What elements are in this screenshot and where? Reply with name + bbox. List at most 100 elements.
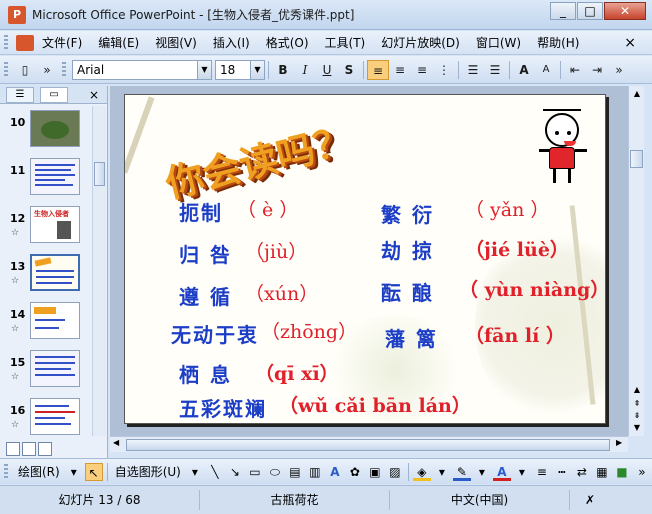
slide-horizontal-scrollbar[interactable]: ◀ ▶ <box>110 436 628 452</box>
vocab-word[interactable]: 扼制 <box>179 197 223 226</box>
vocab-word[interactable]: 繁 衍 <box>381 199 434 228</box>
menu-edit[interactable]: 编辑(E) <box>90 34 147 51</box>
vocab-pinyin[interactable]: （qī xī） <box>255 359 339 386</box>
picture-icon[interactable]: ▨ <box>386 463 404 481</box>
previous-slide-icon[interactable]: ⇞ <box>631 398 643 410</box>
slide-thumbnail[interactable]: 11 <box>0 156 92 204</box>
increase-font-size-button[interactable]: A <box>513 60 535 80</box>
scroll-up-icon[interactable]: ▲ <box>631 88 643 100</box>
vocab-pinyin[interactable]: （wǔ cǎi bān lán） <box>279 391 471 418</box>
chevron-down-icon[interactable]: ▼ <box>250 60 264 79</box>
tab-slides[interactable]: ▭ <box>40 86 68 103</box>
clipart-icon[interactable]: ▣ <box>366 463 384 481</box>
scroll-down-icon[interactable]: ▼ <box>631 422 643 434</box>
slide-thumbnail-selected[interactable]: 13 ☆ <box>0 252 92 300</box>
slide-sorter-view-icon[interactable] <box>22 442 36 456</box>
toolbar-options-icon[interactable]: » <box>608 60 630 80</box>
bold-button[interactable]: B <box>272 60 294 80</box>
font-size-select[interactable]: 18 ▼ <box>215 59 265 80</box>
menu-insert[interactable]: 插入(I) <box>205 34 258 51</box>
menu-tools[interactable]: 工具(T) <box>317 34 374 51</box>
vocab-word[interactable]: 劫 掠 <box>381 235 434 264</box>
shadow-button[interactable]: S <box>338 60 360 80</box>
vocab-pinyin[interactable]: （fān lí ） <box>465 321 565 348</box>
restore-button[interactable]: □ <box>577 2 603 20</box>
arrow-icon[interactable]: ↘ <box>226 463 244 481</box>
vocab-pinyin[interactable]: （ è ） <box>237 195 298 222</box>
bullets-icon[interactable]: ☰ <box>484 60 506 80</box>
grip-handle[interactable] <box>62 61 66 78</box>
menu-format[interactable]: 格式(O) <box>258 34 317 51</box>
decrease-indent-icon[interactable]: ⇤ <box>564 60 586 80</box>
fill-color-icon[interactable]: ◈ <box>412 463 431 481</box>
increase-indent-icon[interactable]: ⇥ <box>586 60 608 80</box>
chevron-down-icon[interactable]: ▾ <box>473 463 491 481</box>
vertical-textbox-icon[interactable]: ▥ <box>306 463 324 481</box>
tab-outline[interactable]: ☰ <box>6 86 34 103</box>
new-document-icon[interactable]: ▯ <box>14 60 36 80</box>
vocab-word[interactable]: 藩 篱 <box>385 323 438 352</box>
diagram-icon[interactable]: ✿ <box>346 463 364 481</box>
scroll-right-icon[interactable]: ▶ <box>616 438 622 447</box>
grip-handle[interactable] <box>4 34 8 51</box>
vocab-pinyin[interactable]: （ yùn niàng） <box>459 275 605 302</box>
close-document-button[interactable]: × <box>616 35 644 51</box>
chevron-down-icon[interactable]: ▾ <box>513 463 531 481</box>
align-right-icon[interactable]: ≡ <box>411 60 433 80</box>
spelling-check-icon[interactable]: ✗ <box>570 490 610 510</box>
line-style-icon[interactable]: ≡ <box>533 463 551 481</box>
next-slide-icon[interactable]: ⇟ <box>631 410 643 422</box>
oval-icon[interactable]: ⬭ <box>266 463 284 481</box>
slide-thumbnail[interactable]: 15 ☆ <box>0 348 92 396</box>
chevron-down-icon[interactable]: ▾ <box>65 463 83 481</box>
vocab-pinyin[interactable]: （ yǎn ） <box>465 195 549 222</box>
powerpoint-app-icon[interactable]: P <box>8 5 26 24</box>
menu-view[interactable]: 视图(V) <box>147 34 205 51</box>
shadow-style-icon[interactable]: ▦ <box>593 463 611 481</box>
toolbar-options-icon[interactable]: » <box>633 463 651 481</box>
vocab-word[interactable]: 无动于衷 <box>171 319 259 348</box>
scroll-up-icon[interactable]: ▲ <box>631 384 643 396</box>
vocab-word[interactable]: 酝 酿 <box>381 277 434 306</box>
chevron-down-icon[interactable]: ▾ <box>433 463 451 481</box>
menu-file[interactable]: 文件(F) <box>34 34 90 51</box>
vocab-word[interactable]: 归 咎 <box>179 239 232 268</box>
chevron-down-icon[interactable]: ▾ <box>186 463 204 481</box>
vertical-align-icon[interactable]: ⋮ <box>433 60 455 80</box>
rectangle-icon[interactable]: ▭ <box>246 463 264 481</box>
scrollbar-thumb[interactable] <box>94 162 105 186</box>
minimize-button[interactable]: _ <box>550 2 576 20</box>
dash-style-icon[interactable]: ┅ <box>553 463 571 481</box>
toolbar-options-icon[interactable]: » <box>36 60 58 80</box>
align-center-icon[interactable]: ≡ <box>389 60 411 80</box>
font-name-select[interactable]: Arial ▼ <box>72 59 212 80</box>
line-icon[interactable]: ╲ <box>206 463 224 481</box>
scrollbar-thumb[interactable] <box>126 439 610 451</box>
design-template[interactable]: 古瓶荷花 <box>200 490 390 510</box>
vocab-word[interactable]: 五彩斑斓 <box>179 393 267 422</box>
grip-handle[interactable] <box>4 61 8 78</box>
align-left-icon[interactable]: ≡ <box>367 59 389 80</box>
textbox-icon[interactable]: ▤ <box>286 463 304 481</box>
cartoon-child-image[interactable] <box>539 109 589 189</box>
line-color-icon[interactable]: ✎ <box>452 463 471 481</box>
menu-window[interactable]: 窗口(W) <box>468 34 529 51</box>
current-slide[interactable]: 你会读吗？ 扼制 （ è ） 繁 衍 （ yǎn ） 归 咎 （jiù） 劫 掠… <box>124 94 606 424</box>
close-button[interactable]: ✕ <box>604 2 646 20</box>
underline-button[interactable]: U <box>316 60 338 80</box>
vocab-pinyin[interactable]: （xún） <box>245 279 318 306</box>
autoshapes-button[interactable]: 自选图形(U) <box>111 463 185 480</box>
scroll-left-icon[interactable]: ◀ <box>113 438 119 447</box>
slideshow-view-icon[interactable] <box>38 442 52 456</box>
slide-thumbnail[interactable]: 14 ☆ <box>0 300 92 348</box>
vocab-pinyin[interactable]: （jiù） <box>245 237 307 264</box>
document-icon[interactable] <box>16 34 34 51</box>
arrow-style-icon[interactable]: ⇄ <box>573 463 591 481</box>
normal-view-icon[interactable] <box>6 442 20 456</box>
slide-thumbnail[interactable]: 10 <box>0 108 92 156</box>
slide-vertical-scrollbar[interactable]: ▲ ▲ ⇞ ⇟ ▼ <box>628 86 644 436</box>
close-pane-button[interactable]: × <box>89 88 99 102</box>
italic-button[interactable]: I <box>294 60 316 80</box>
slide-title[interactable]: 你会读吗？ <box>159 109 357 208</box>
3d-style-icon[interactable]: ■ <box>613 463 631 481</box>
